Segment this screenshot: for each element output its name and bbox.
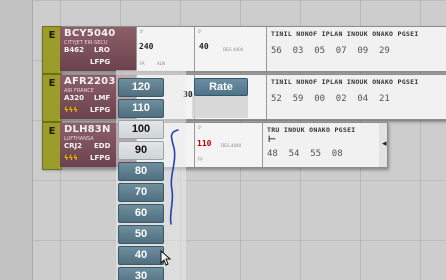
- destination-airport: LFPG: [90, 154, 111, 162]
- cfl-field[interactable]: 0' 240 FA ALN: [136, 27, 195, 71]
- pen-stroke: [169, 129, 179, 225]
- strip-header: BCY5040 CITYJET EIR-SECU B462 LRO LFPG: [60, 27, 136, 71]
- atc-radar-screen: E BCY5040 CITYJET EIR-SECU B462 LRO LFPG…: [0, 0, 446, 280]
- speed-option-30[interactable]: 30: [118, 267, 164, 280]
- speed-field[interactable]: 0' 110 DEG 4440 FP: [194, 123, 263, 167]
- runway-icon: ⊢: [268, 135, 277, 145]
- destination-airport: LFPG: [90, 58, 111, 66]
- strip-tab[interactable]: E: [42, 74, 62, 122]
- origin-airport: LMF: [94, 94, 111, 102]
- route-waypoints: TINIL NONOF IPLAN INOUK ONAKO PGSEI 52 59…: [266, 75, 446, 119]
- strip-tab[interactable]: E: [42, 26, 62, 74]
- flight-strip-3[interactable]: E DLH83N LUFTHANSA CRJ2 EDD ϟϟϟ LFPG 0' …: [42, 122, 388, 170]
- destination-airport: LFPG: [90, 106, 111, 114]
- speed-value: 110: [197, 139, 212, 148]
- speed-option-100[interactable]: 100: [118, 120, 164, 139]
- waypoint-times: 52 59 00 02 04 21: [271, 94, 390, 104]
- flight-strip-1[interactable]: E BCY5040 CITYJET EIR-SECU B462 LRO LFPG…: [42, 26, 446, 74]
- callsign[interactable]: BCY5040: [64, 28, 115, 39]
- speed-option-120[interactable]: 120: [118, 78, 164, 97]
- speed-option-110[interactable]: 110: [118, 99, 164, 118]
- origin-airport: EDD: [94, 142, 111, 150]
- lightning-icon: ϟϟϟ: [64, 106, 78, 114]
- rate-shadow: [192, 94, 248, 118]
- waypoint-times: 48 54 55 08: [267, 149, 343, 159]
- aircraft-type: A320: [64, 94, 85, 102]
- callsign[interactable]: DLH83N: [64, 124, 111, 135]
- lightning-icon: ϟϟϟ: [64, 154, 78, 162]
- speed-option-40[interactable]: 40: [118, 246, 164, 265]
- aircraft-type: CRJ2: [64, 142, 83, 150]
- speed-option-70[interactable]: 70: [118, 183, 164, 202]
- left-rail: [0, 0, 33, 280]
- collapse-arrow-icon[interactable]: ◂: [382, 139, 387, 149]
- speed-option-60[interactable]: 60: [118, 204, 164, 223]
- aircraft-type: B462: [64, 46, 84, 54]
- speed-value: 40: [199, 42, 209, 51]
- rate-button[interactable]: Rate: [194, 78, 248, 96]
- speed-option-90[interactable]: 90: [118, 141, 164, 160]
- speed-option-50[interactable]: 50: [118, 225, 164, 244]
- speed-field[interactable]: 0' 40 DEG 4404: [194, 27, 267, 71]
- waypoint-names: TINIL NONOF IPLAN INOUK ONAKO PGSEI: [271, 30, 419, 38]
- origin-airport: LRO: [94, 46, 110, 54]
- waypoint-names: TINIL NONOF IPLAN INOUK ONAKO PGSEI: [271, 78, 419, 86]
- callsign[interactable]: AFR2203: [64, 76, 116, 87]
- cfl-value: 240: [139, 42, 154, 51]
- speed-option-80[interactable]: 80: [118, 162, 164, 181]
- strip-tab[interactable]: E: [42, 122, 62, 170]
- route-waypoints: TINIL NONOF IPLAN INOUK ONAKO PGSEI 56 03…: [266, 27, 446, 71]
- mouse-pointer-icon: [160, 250, 172, 266]
- waypoint-times: 56 03 05 07 09 29: [271, 46, 390, 56]
- route-waypoints: TRU INOUK ONAKO PGSEI ⊢ 48 54 55 08: [262, 123, 379, 167]
- waypoint-names: TRU INOUK ONAKO PGSEI: [267, 126, 356, 134]
